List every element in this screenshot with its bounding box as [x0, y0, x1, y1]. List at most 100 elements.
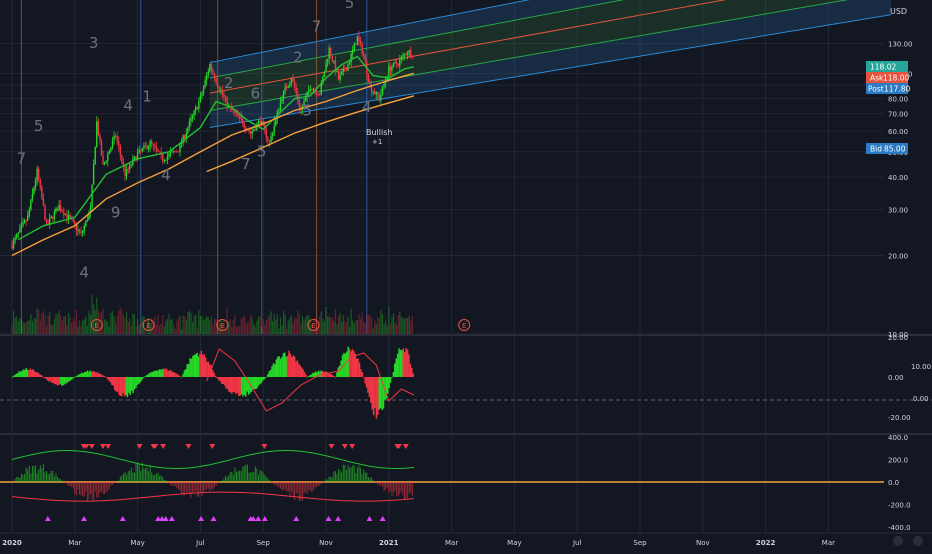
osc-histogram-bar — [107, 377, 109, 379]
volume-bar — [396, 325, 397, 334]
chart-canvas[interactable]: 75439414267525754 EEEEE Bullish +1 20.00… — [0, 0, 932, 550]
time-tick-label: Jul — [195, 539, 205, 547]
b-icon[interactable] — [913, 536, 923, 546]
osc-histogram-bar — [94, 372, 96, 377]
candle-body — [398, 64, 399, 65]
osc-histogram-bar — [181, 377, 183, 378]
volume-bar — [368, 316, 369, 334]
ind-bar — [402, 482, 403, 495]
candle-body — [292, 79, 293, 82]
osc-histogram-bar — [311, 374, 313, 377]
osc-histogram-bar — [254, 377, 256, 389]
candle-body — [138, 150, 139, 153]
ind-bar — [410, 482, 411, 493]
osc-histogram-bar — [267, 374, 269, 377]
volume-bar — [332, 317, 333, 334]
ind-bar — [49, 473, 50, 482]
volume-bar — [352, 320, 353, 334]
osc-histogram-bar — [106, 377, 108, 378]
ind-bar — [310, 482, 311, 490]
ind-bar — [125, 472, 126, 482]
candle-body — [278, 110, 279, 111]
volume-bar — [164, 326, 165, 334]
candle-body — [354, 44, 355, 50]
candle-body — [95, 147, 96, 164]
osc-histogram-bar — [262, 377, 264, 381]
ind-bar — [404, 482, 405, 500]
candle-body — [289, 83, 290, 86]
volume-bar — [404, 319, 405, 334]
ind-bar — [330, 477, 331, 482]
ind-bar — [38, 469, 39, 482]
candle-body — [55, 208, 56, 211]
ind-bar — [123, 474, 124, 482]
osc-histogram-bar — [225, 377, 227, 389]
osc-histogram-bar — [156, 370, 158, 377]
candle-body — [377, 92, 378, 96]
volume-bar — [377, 317, 378, 334]
volume-bar — [198, 310, 199, 334]
ind-bar — [326, 479, 327, 482]
candle-body — [311, 90, 312, 91]
osc-histogram-bar — [35, 372, 37, 377]
volume-bar — [360, 318, 361, 334]
osc-histogram-bar — [28, 370, 30, 377]
ind-bar — [57, 477, 58, 482]
volume-bar — [172, 319, 173, 334]
candle-body — [146, 146, 147, 149]
volume-bar — [385, 321, 386, 334]
volume-bar — [179, 316, 180, 334]
candle-body — [284, 87, 285, 91]
ind-bar — [32, 466, 33, 482]
osc-histogram-bar — [180, 376, 182, 377]
ind-tick-label: -200.0 — [888, 502, 911, 510]
ind-bar — [143, 468, 144, 482]
volume-bar — [330, 317, 331, 334]
osc-histogram-bar — [195, 354, 197, 377]
ind-tick-label: 200.0 — [888, 457, 908, 465]
volume-bar — [387, 326, 388, 334]
post-value: 117.80 — [884, 85, 910, 94]
volume-bar — [234, 314, 235, 334]
volume-bar — [324, 321, 325, 334]
osc-histogram-bar — [283, 353, 285, 377]
osc-histogram-bar — [84, 372, 86, 377]
volume-bar — [236, 326, 237, 334]
volume-bar — [266, 320, 267, 334]
osc-histogram-bar — [18, 371, 20, 377]
volume-bar — [398, 315, 399, 334]
osc-histogram-bar — [121, 377, 123, 396]
osc-histogram-bar — [91, 371, 93, 377]
osc-histogram-bar — [220, 377, 222, 381]
osc-histogram-bar — [114, 377, 116, 390]
volume-bar — [256, 321, 257, 334]
bid-label: Bid — [870, 145, 882, 154]
candle-body — [33, 187, 34, 193]
volume-bar — [175, 329, 176, 334]
candle-body — [25, 221, 26, 222]
ind-bar — [82, 482, 83, 496]
osc-histogram-bar — [115, 377, 117, 392]
volume-bar — [192, 322, 193, 334]
volume-bar — [318, 329, 319, 334]
wave-label: 3 — [89, 34, 99, 52]
ind-bar — [293, 482, 294, 496]
ind-bar — [275, 482, 276, 485]
candle-body — [297, 93, 298, 100]
osc-histogram-bar — [248, 377, 250, 395]
osc-histogram-bar — [47, 377, 49, 381]
osc-histogram-bar — [410, 364, 412, 377]
volume-bar — [27, 321, 28, 334]
osc-histogram-bar — [301, 368, 303, 377]
ind-bar — [190, 482, 191, 498]
settings-icon[interactable] — [893, 536, 903, 546]
osc-histogram-bar — [256, 377, 258, 388]
candle-body — [21, 226, 22, 229]
ind-bar — [175, 482, 176, 486]
ind-bar — [165, 480, 166, 482]
osc-histogram-bar — [187, 364, 189, 377]
volume-bar — [297, 310, 298, 334]
osc-histogram-bar — [271, 366, 273, 377]
ind-bar — [269, 480, 270, 482]
candle-body — [168, 154, 169, 156]
